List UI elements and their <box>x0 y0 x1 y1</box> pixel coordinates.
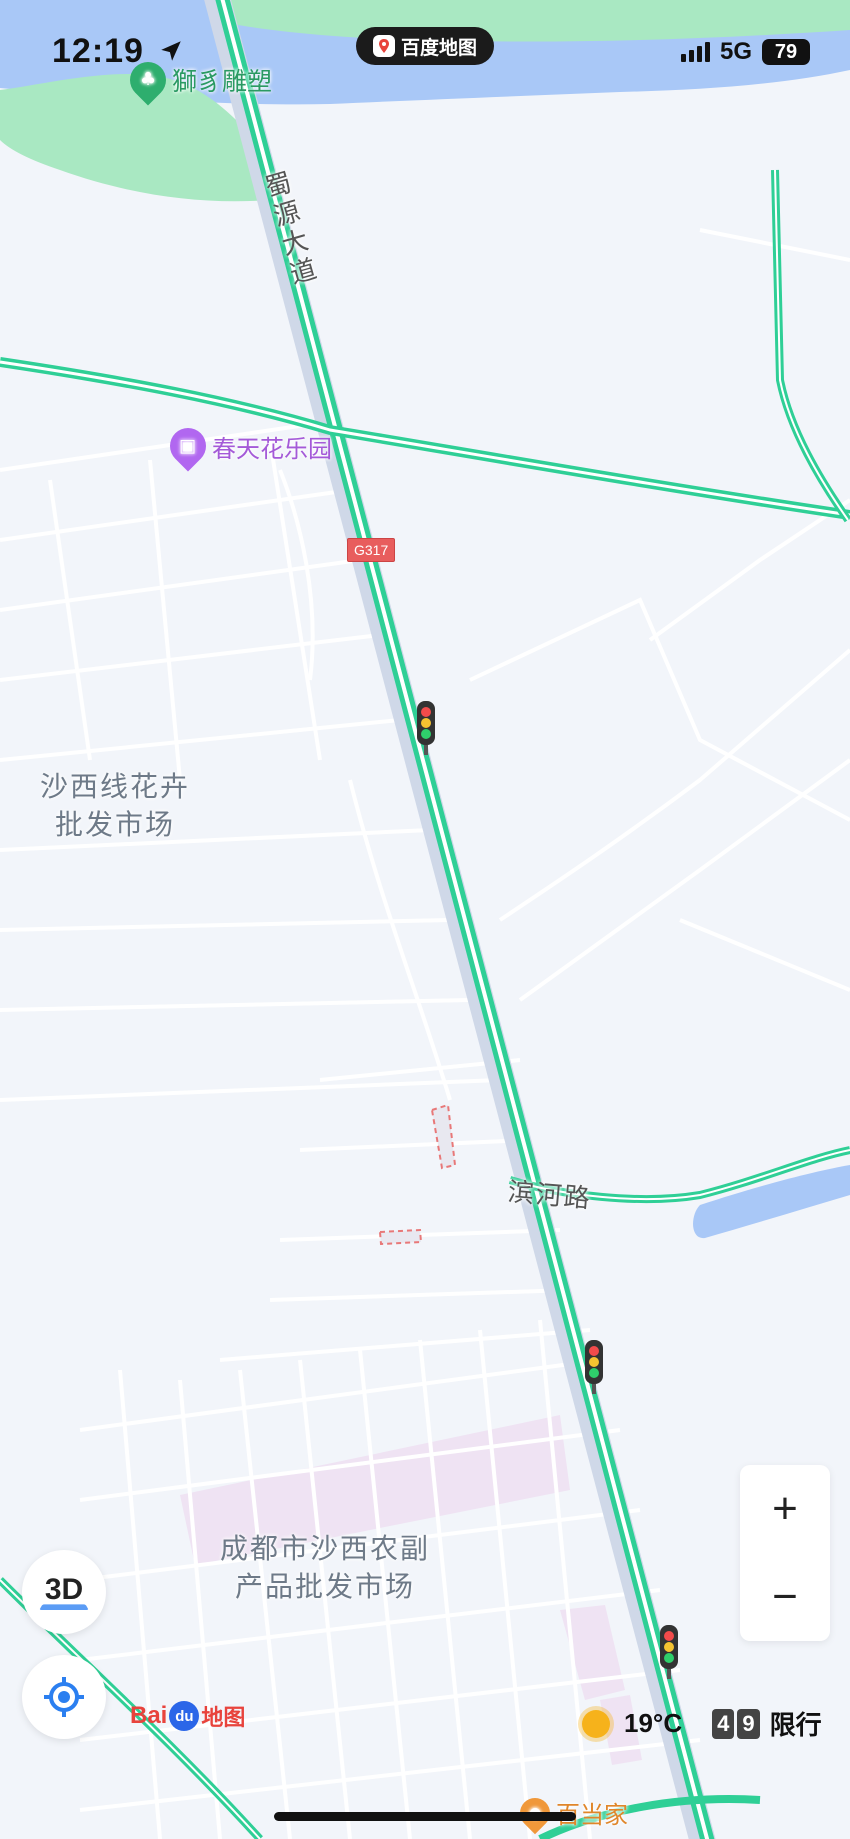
3d-mode-button[interactable]: 3D <box>22 1550 106 1634</box>
network-label: 5G <box>719 38 752 65</box>
highway-shield-g317: G317 <box>347 538 396 562</box>
status-right: 5G 79 <box>680 38 810 66</box>
plate-restriction: 4 9 <box>712 1708 760 1739</box>
zoom-in-button[interactable]: + <box>772 1487 798 1531</box>
area-label-line: 批发市场 <box>54 808 175 841</box>
temperature: 19°C <box>624 1708 683 1738</box>
battery-icon: 79 <box>762 39 810 65</box>
poi-spring-park[interactable]: ▣ 春天花乐园 <box>162 420 332 472</box>
baidu-maps-brand: Bai du 地图 <box>130 1700 245 1732</box>
baidu-maps-logo-icon <box>372 35 395 57</box>
shopping-bag-icon: ▣ <box>162 420 214 472</box>
area-label-flower-market: 沙西线花卉 批发市场 <box>20 768 210 844</box>
restriction-label: 限行 <box>769 1710 822 1740</box>
poi-spring-park-label: 春天花乐园 <box>212 434 332 463</box>
poi-sculpture-label: 獅豸雕塑 <box>172 67 273 96</box>
brand-map: 地图 <box>201 1705 246 1730</box>
area-label-line: 成都市沙西农副 <box>219 1532 430 1565</box>
road-label-binhe: 滨河路 <box>506 1177 593 1215</box>
location-arrow-icon <box>161 41 182 61</box>
poi-sculpture[interactable]: ♣ 獅豸雕塑 <box>122 54 273 106</box>
locate-target-icon <box>44 1677 84 1717</box>
back-to-app-pill[interactable]: 百度地图 <box>356 27 494 65</box>
3d-label: 3D <box>44 1573 84 1606</box>
home-indicator[interactable] <box>274 1812 576 1821</box>
battery-level: 79 <box>774 40 798 63</box>
shield-text: G317 <box>354 542 389 558</box>
plate-digit: 9 <box>737 1708 760 1739</box>
tree-icon: ♣ <box>122 54 174 106</box>
zoom-controls: + − <box>740 1465 830 1641</box>
construction-mark-2 <box>378 1228 423 1246</box>
3d-base-icon <box>39 1604 89 1611</box>
app-pill-label: 百度地图 <box>400 36 477 59</box>
plate-digit: 4 <box>712 1708 735 1739</box>
brand-du-paw-icon: du <box>169 1701 200 1731</box>
area-label-line: 沙西线花卉 <box>39 770 190 803</box>
locate-button[interactable] <box>22 1655 106 1739</box>
brand-bai: Bai <box>130 1702 168 1729</box>
zoom-out-button[interactable]: − <box>772 1575 798 1619</box>
weather-widget[interactable]: 19°C 4 9 限行 <box>582 1705 822 1742</box>
area-label-line: 产品批发市场 <box>234 1570 415 1603</box>
sun-icon <box>582 1709 610 1738</box>
signal-icon <box>680 42 710 62</box>
area-label-agri-market: 成都市沙西农副 产品批发市场 <box>195 1530 455 1606</box>
